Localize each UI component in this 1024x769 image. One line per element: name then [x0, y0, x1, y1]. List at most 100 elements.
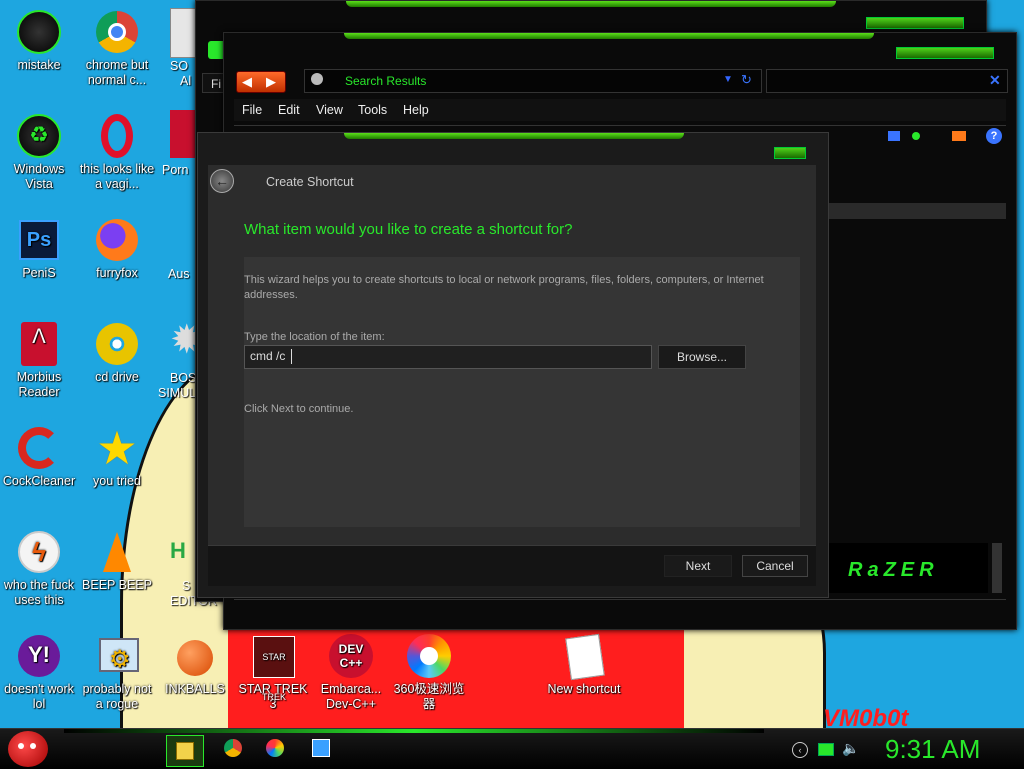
dialog-close-button[interactable]: [774, 147, 806, 159]
volume-icon[interactable]: 🔈: [842, 740, 859, 757]
menu-view[interactable]: View: [316, 103, 343, 117]
desktop-icon-morbius-reader[interactable]: ᐱ Morbius Reader: [0, 320, 78, 400]
desktop-icon-new-shortcut[interactable]: New shortcut: [545, 632, 623, 697]
razer-logo: RaZER: [848, 559, 939, 581]
desktop-icon-photoshop[interactable]: Ps PeniS: [0, 216, 78, 281]
yahoo-icon: Y!: [15, 632, 63, 680]
taskbar-360-browser-icon[interactable]: [266, 739, 284, 757]
close-search-icon[interactable]: ✕: [989, 72, 1001, 89]
desktop-icon-360-browser[interactable]: 360极速浏览器: [390, 632, 468, 712]
status-bar: [234, 599, 1006, 616]
shortcut-icon: [560, 632, 608, 681]
taskbar-accent: [64, 729, 764, 733]
opera-icon: [93, 112, 141, 160]
watermark: VM0b0t: [823, 705, 909, 728]
dialog-hint: Click Next to continue.: [244, 403, 354, 415]
dialog-description: This wizard helps you to create shortcut…: [244, 274, 764, 301]
desktop-icon-flash[interactable]: ϟ who the fuck uses this: [0, 528, 78, 608]
brand-panel: RaZER: [828, 543, 988, 593]
desktop-icon-you-tried[interactable]: ★ you tried: [78, 424, 156, 489]
show-hidden-icons[interactable]: ‹: [792, 742, 808, 758]
location-label: Type the location of the item:: [244, 331, 385, 343]
devcpp-icon: DEV C++: [327, 632, 375, 680]
address-bar[interactable]: Search Results ▼ ↻: [304, 69, 762, 93]
menu-file[interactable]: File: [242, 103, 262, 117]
recycle-icon: ♻: [15, 112, 63, 160]
back-forward-buttons[interactable]: ◀ ▶: [236, 71, 286, 93]
flash-icon: ϟ: [15, 528, 63, 576]
help-icon[interactable]: ?: [986, 128, 1002, 144]
partial-label: SO Al: [170, 59, 192, 88]
gears-icon: ⚙: [93, 632, 141, 680]
desktop-icon-mistake[interactable]: mistake: [0, 8, 78, 73]
partial-label: Aus: [168, 267, 190, 281]
taskbar-chrome-icon[interactable]: [224, 739, 242, 757]
refresh-icon[interactable]: ↻: [741, 72, 752, 88]
location-input[interactable]: cmd /c: [244, 345, 652, 369]
taskbar-explorer-button[interactable]: [166, 735, 204, 767]
desktop-icon-opera[interactable]: this looks like a vagi...: [78, 112, 156, 192]
startrek-icon: STAR TREK: [249, 632, 297, 702]
desktop-icon-inkballs[interactable]: INKBALLS: [156, 632, 234, 697]
search-input[interactable]: ✕: [766, 69, 1008, 93]
text-cursor: [291, 349, 292, 364]
desktop-icon-chrome[interactable]: chrome but normal c...: [78, 8, 156, 88]
taskbar-window-icon[interactable]: [312, 739, 330, 757]
browse-button[interactable]: Browse...: [658, 345, 746, 369]
chrome-icon: [93, 8, 141, 56]
status-icon[interactable]: [912, 132, 920, 140]
search-results-icon: [311, 73, 323, 85]
dialog-content: This wizard helps you to create shortcut…: [244, 257, 800, 527]
folder-icon: [176, 742, 194, 760]
window-controls[interactable]: [866, 17, 964, 29]
forward-arrow-icon[interactable]: ▶: [266, 74, 276, 90]
address-text: Search Results: [345, 74, 427, 88]
dialog-heading: What item would you like to create a sho…: [244, 221, 573, 238]
start-button[interactable]: [8, 731, 48, 767]
next-button[interactable]: Next: [664, 555, 732, 577]
star-icon: ★: [96, 422, 138, 474]
scrollbar[interactable]: [992, 543, 1002, 593]
view-icon[interactable]: [888, 131, 900, 141]
inkball-icon: [171, 632, 219, 680]
cd-icon: [93, 320, 141, 368]
back-arrow-icon[interactable]: ◀: [242, 74, 252, 90]
partial-label: BOS SIMUL: [158, 371, 197, 400]
network-icon[interactable]: [818, 743, 834, 756]
taskbar: ‹ 🔈 9:31 AM: [0, 728, 1024, 769]
photoshop-icon: Ps: [15, 216, 63, 264]
desktop-icon-devcpp[interactable]: DEV C++ Embarca... Dev-C++: [312, 632, 390, 712]
partial-label: Porn: [162, 163, 189, 177]
back-button[interactable]: ←: [210, 169, 234, 193]
vlc-icon: [93, 528, 141, 576]
dialog-title: Create Shortcut: [266, 175, 354, 189]
create-shortcut-dialog[interactable]: ← Create Shortcut What item would you li…: [197, 132, 829, 598]
menu-help[interactable]: Help: [403, 103, 429, 117]
cancel-button[interactable]: Cancel: [742, 555, 808, 577]
dialog-footer: Next Cancel: [208, 545, 816, 586]
firefox-icon: [93, 216, 141, 264]
desktop-icon-windows-vista[interactable]: ♻ Windows Vista: [0, 112, 78, 192]
partial-icon: H: [170, 538, 186, 563]
menu-bar: File Edit View Tools Help: [234, 99, 1006, 121]
desktop-icon-yahoo[interactable]: Y! doesn't work lol: [0, 632, 78, 712]
menu-edit[interactable]: Edit: [278, 103, 300, 117]
folder-icon[interactable]: [952, 131, 966, 141]
desktop-icon-ccleaner[interactable]: CockCleaner: [0, 424, 78, 489]
column-header: [828, 203, 1006, 219]
desktop-icon-star-trek[interactable]: STAR TREK STAR TREK 3: [234, 632, 312, 712]
desktop-icon-rogue[interactable]: ⚙ probably not a rogue: [78, 632, 156, 712]
clock[interactable]: 9:31 AM: [885, 734, 980, 765]
desktop-icon-vlc[interactable]: BEEP BEEP: [78, 528, 156, 593]
address-dropdown-icon[interactable]: ▼: [723, 74, 733, 85]
ccleaner-icon: [15, 424, 63, 472]
desktop-icon-firefox[interactable]: furryfox: [78, 216, 156, 281]
desktop-icon-cd-drive[interactable]: cd drive: [78, 320, 156, 385]
dialog-body: ← Create Shortcut What item would you li…: [208, 165, 816, 575]
partial-icon: [170, 110, 196, 158]
menu-tools[interactable]: Tools: [358, 103, 387, 117]
razer-icon: [15, 8, 63, 56]
location-value: cmd /c: [250, 349, 286, 363]
pdf-icon: ᐱ: [15, 320, 63, 368]
window-controls[interactable]: [896, 47, 994, 59]
